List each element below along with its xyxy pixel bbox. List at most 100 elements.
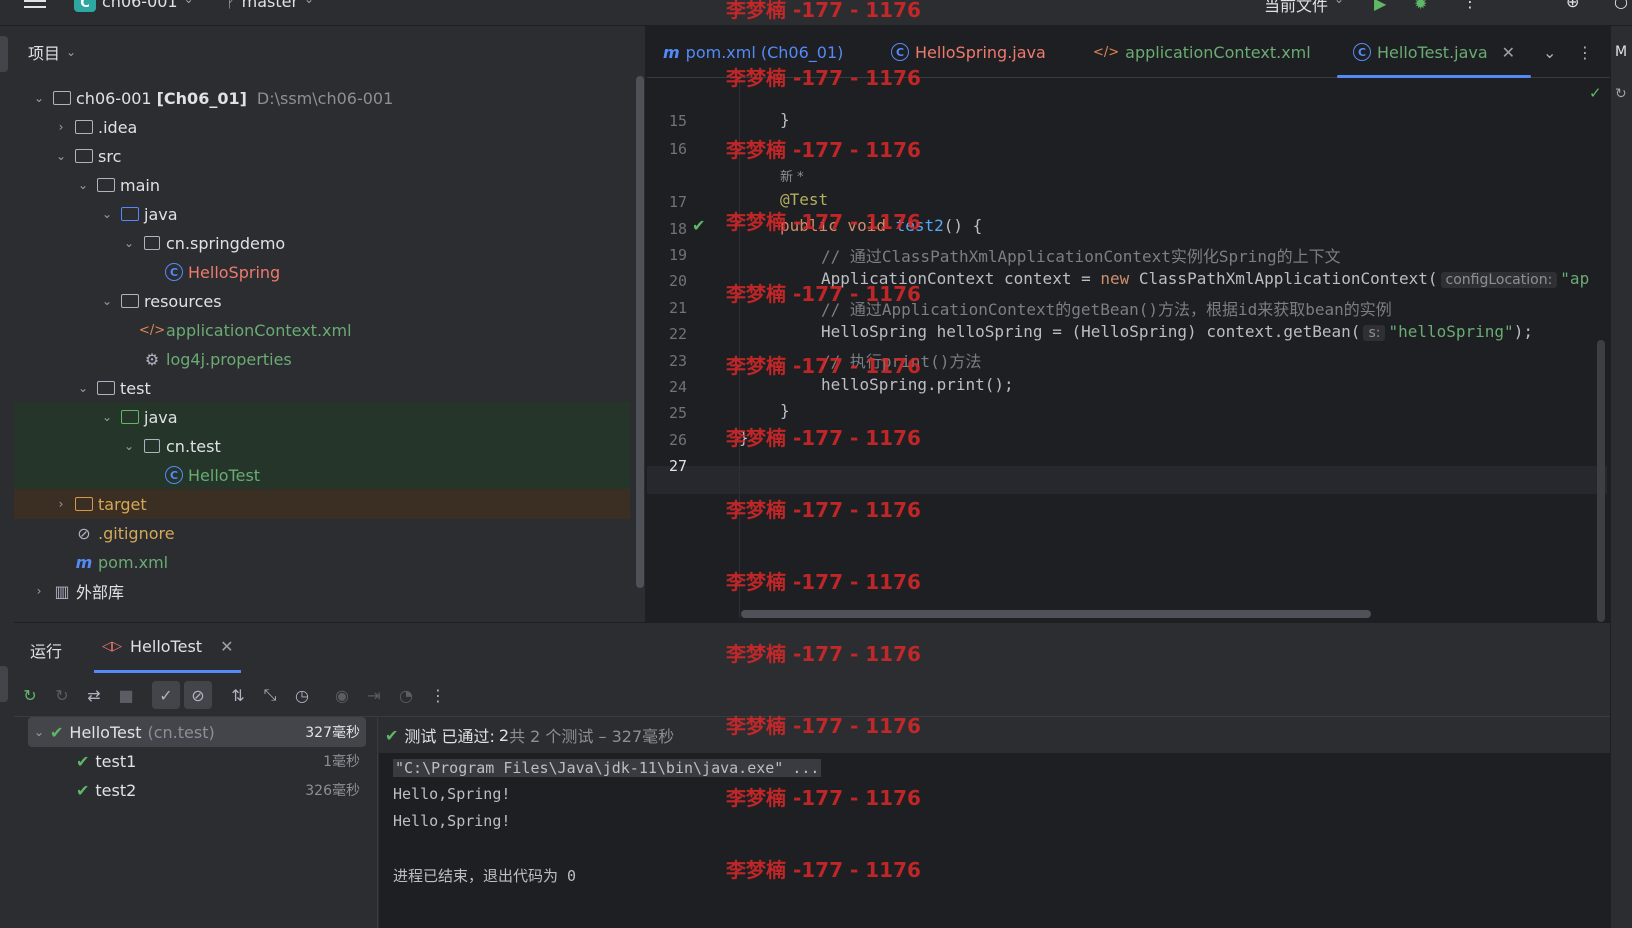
test-row-suite[interactable]: ⌄ ✔ HelloTest (cn.test) 327毫秒: [28, 717, 366, 747]
project-name: ch06-001: [102, 0, 178, 11]
add-user-icon[interactable]: ⊕: [1566, 0, 1579, 14]
xml-file-icon: </>: [138, 322, 166, 338]
library-icon: ▥: [54, 581, 70, 601]
watermark-text: 李梦楠 -177 - 1176: [726, 786, 921, 810]
project-scrollbar[interactable]: [636, 76, 644, 588]
tabs-dropdown-icon[interactable]: ⌄: [1543, 26, 1556, 78]
test-row-test2[interactable]: ✔ test2 326毫秒: [28, 775, 366, 805]
rerun-icon[interactable]: ↻: [16, 681, 44, 709]
tree-item-main[interactable]: ⌄ main: [14, 170, 630, 200]
maven-tool-icon[interactable]: M: [1615, 44, 1627, 60]
tree-item-label: resources: [144, 291, 222, 311]
more-icon[interactable]: ⋮: [424, 681, 452, 709]
history-icon[interactable]: ◷: [288, 681, 316, 709]
editor: m pom.xml (Ch06_01) C HelloSpring.java <…: [647, 26, 1632, 622]
show-ignored-icon[interactable]: ⊘: [184, 681, 212, 709]
console-line: Hello,Spring!: [393, 812, 511, 830]
no-problems-check-icon[interactable]: ✓: [1589, 84, 1602, 102]
coverage-icon[interactable]: ◔: [392, 681, 420, 709]
excluded-folder-icon: [74, 495, 94, 513]
code-token: );: [1513, 322, 1533, 341]
tree-item-test-java[interactable]: ⌄ java: [14, 402, 630, 432]
test-row-test1[interactable]: ✔ test1 1毫秒: [28, 746, 366, 776]
tab-hellotest[interactable]: C HelloTest.java ✕: [1336, 26, 1532, 78]
tree-item-resources[interactable]: ⌄ resources: [14, 286, 630, 316]
tree-item-project-root[interactable]: ⌄ ch06-001 [Ch06_01] D:\ssm\ch06-001: [14, 83, 630, 113]
test-duration: 1毫秒: [323, 754, 360, 770]
tree-item-pom[interactable]: m pom.xml: [14, 547, 630, 577]
tree-item-hellotest[interactable]: C HelloTest: [14, 460, 630, 490]
module-name: [Ch06_01]: [156, 88, 247, 108]
stop-icon[interactable]: ■: [112, 681, 140, 709]
project-badge: C: [74, 0, 96, 12]
console-command-line[interactable]: "C:\Program Files\Java\jdk-11\bin\java.e…: [393, 759, 822, 777]
show-passed-icon[interactable]: ✓: [152, 681, 180, 709]
test-name: test1: [95, 751, 137, 771]
project-switcher[interactable]: C ch06-001 ⌄: [74, 0, 194, 14]
tab-label: HelloSpring.java: [915, 42, 1046, 62]
tree-item-package-test[interactable]: ⌄ cn.test: [14, 431, 630, 461]
close-icon[interactable]: ✕: [1502, 43, 1515, 62]
tab-run-config[interactable]: ◁▷ HelloTest ✕: [94, 623, 242, 673]
close-icon[interactable]: ✕: [220, 637, 233, 656]
run-tool-tab[interactable]: [0, 666, 8, 702]
console-output[interactable]: ✔ 测试 已通过: 2 共 2 个测试 – 327毫秒 "C:\Program …: [379, 717, 1610, 928]
chevron-down-icon: ⌄: [304, 0, 314, 6]
chevron-down-icon: ⌄: [1334, 0, 1344, 6]
tree-item-package-springdemo[interactable]: ⌄ cn.springdemo: [14, 228, 630, 258]
tree-item-main-java[interactable]: ⌄ java: [14, 199, 630, 229]
editor-vertical-scrollbar[interactable]: [1597, 340, 1605, 622]
project-panel-header[interactable]: 项目 ⌄: [28, 40, 76, 64]
watermark-text: 李梦楠 -177 - 1176: [726, 498, 921, 522]
branch-switcher[interactable]: ᚹ master ⌄: [226, 0, 314, 14]
debug-icon[interactable]: ✹: [1414, 0, 1427, 14]
tree-item-label: java: [144, 204, 178, 224]
editor-horizontal-scrollbar[interactable]: [741, 610, 1371, 618]
tree-item-idea[interactable]: › .idea: [14, 112, 630, 142]
main-menu-icon[interactable]: [24, 0, 46, 14]
tree-item-test[interactable]: ⌄ test: [14, 373, 630, 403]
status-count: 2: [498, 725, 510, 745]
camera-icon[interactable]: ◉: [328, 681, 356, 709]
run-test-gutter-icon[interactable]: ✔: [692, 216, 705, 235]
run-config-select[interactable]: 当前文件 ⌄: [1264, 0, 1344, 15]
toggle-auto-test-icon[interactable]: ⇄: [80, 681, 108, 709]
line-number: 15: [668, 112, 687, 130]
rerun-failed-icon[interactable]: ↻: [48, 681, 76, 709]
test-name: HelloTest: [69, 722, 142, 742]
status-suffix: 共 2 个测试 – 327毫秒: [509, 727, 675, 746]
search-icon[interactable]: ○: [1614, 0, 1628, 14]
folder-icon: [74, 147, 94, 165]
tree-item-src[interactable]: ⌄ src: [14, 141, 630, 171]
line-number: 20: [668, 272, 687, 290]
tree-item-label: applicationContext.xml: [166, 320, 352, 340]
import-icon[interactable]: ⇥: [360, 681, 388, 709]
class-icon: C: [1353, 43, 1371, 61]
folder-icon: [74, 118, 94, 136]
project-tool-tab[interactable]: [0, 36, 8, 72]
test-status-bar: ✔ 测试 已通过: 2 共 2 个测试 – 327毫秒: [379, 717, 1610, 753]
run-config-label: 当前文件: [1264, 0, 1329, 15]
console-line: 进程已结束，退出代码为 0: [393, 867, 577, 885]
passed-check-icon: ✔: [385, 725, 399, 745]
collapse-icon[interactable]: ⤡: [256, 681, 284, 709]
tree-item-hellospring[interactable]: C HelloSpring: [14, 257, 630, 287]
xml-file-icon: </>: [1093, 44, 1120, 60]
tree-item-target[interactable]: › target: [14, 489, 630, 519]
tab-applicationcontext[interactable]: </> applicationContext.xml: [1093, 26, 1311, 78]
tree-item-log4j[interactable]: ⚙ log4j.properties: [14, 344, 630, 374]
tree-item-label: pom.xml: [98, 552, 169, 572]
tree-item-applicationcontext[interactable]: </> applicationContext.xml: [14, 315, 630, 345]
left-tool-strip: [0, 26, 14, 928]
more-icon[interactable]: ⋮: [1462, 0, 1478, 14]
run-icon[interactable]: ▶: [1374, 0, 1386, 14]
watermark-text: 李梦楠 -177 - 1176: [726, 138, 921, 162]
refresh-icon[interactable]: ↻: [1615, 86, 1627, 102]
run-panel-title: 运行: [30, 642, 63, 661]
tree-item-gitignore[interactable]: ⊘ .gitignore: [14, 518, 630, 548]
sort-icon[interactable]: ⇅: [224, 681, 252, 709]
tree-item-external-libs[interactable]: › ▥ 外部库: [14, 576, 630, 606]
more-icon[interactable]: ⋮: [1577, 26, 1593, 78]
maven-icon: m: [663, 42, 680, 62]
watermark-text: 李梦楠 -177 - 1176: [726, 714, 921, 738]
